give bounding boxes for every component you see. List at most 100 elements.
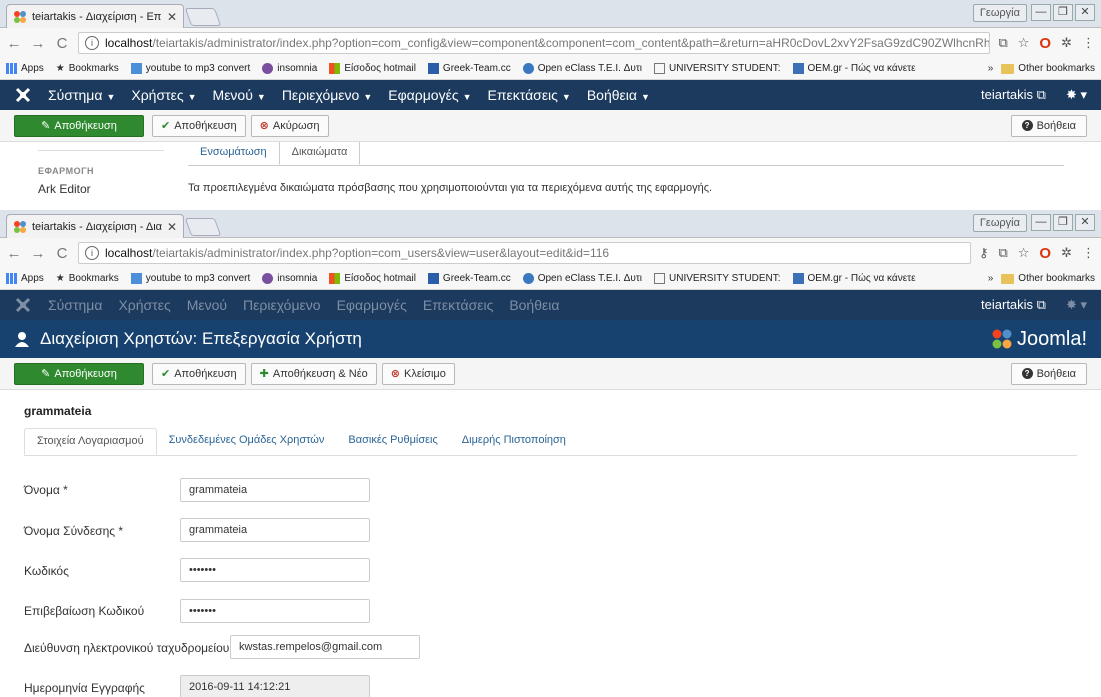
brand-text: Joomla! [1016,327,1087,350]
user-link[interactable]: teiartakis ⧉ [981,87,1046,103]
greek-team-icon [427,273,439,284]
menu-dots-icon[interactable]: ⋮ [1082,245,1095,261]
profile-button[interactable]: Γεωργία [972,214,1027,232]
translate-icon[interactable]: ⧉ [998,35,1007,51]
profile-button[interactable]: Γεωργία [972,4,1027,22]
tab-integration[interactable]: Ενσωμάτωση [188,142,279,165]
bookmarks-right: » Other bookmarks [988,273,1095,284]
tab-account-details[interactable]: Στοιχεία Λογαριασμού [24,428,157,455]
save-new-button[interactable]: ✚ Αποθήκευση & Νέο [250,362,377,385]
key-icon[interactable]: ⚷ [979,245,989,261]
tab-basic-settings[interactable]: Βασικές Ρυθμίσεις [336,428,449,455]
close-button[interactable]: ⊗ Κλείσιμο [381,362,455,385]
bookmark-item[interactable]: ★ Bookmarks [56,63,119,74]
address-bar[interactable]: i localhost/teiartakis/administrator/ind… [78,242,971,264]
menu-menus[interactable]: Μενού ▼ [213,87,266,103]
other-bookmarks[interactable]: Other bookmarks [1001,273,1095,284]
user-icon [14,331,30,347]
forward-icon[interactable]: → [30,35,46,52]
opera-icon[interactable]: O [1039,245,1051,262]
save-button[interactable]: ✔ Αποθήκευση [152,362,246,385]
login-name-input[interactable]: grammateia [180,518,370,542]
email-input[interactable]: kwstas.rempelos@gmail.com [230,635,420,659]
confirm-password-input[interactable]: ••••••• [180,599,370,623]
bookmark-item[interactable]: OEM.gr - Πώς να κάνετε [792,273,916,284]
menu-help[interactable]: Βοήθεια ▼ [587,87,650,103]
minimize-icon[interactable]: — [1031,214,1051,231]
close-window-icon[interactable]: ✕ [1075,4,1095,21]
menu-components[interactable]: Εφαρμογές ▼ [388,87,471,103]
close-tab-icon[interactable]: ✕ [167,10,177,24]
bookmark-item[interactable]: Open eClass T.E.I. Δυτι [522,63,642,74]
star-icon[interactable]: ☆ [1018,245,1030,261]
maximize-icon[interactable]: ❐ [1053,214,1073,231]
bookmark-item[interactable]: Greek-Team.cc [427,63,511,74]
new-tab-button[interactable] [184,8,222,26]
other-bookmarks[interactable]: Other bookmarks [1001,63,1095,74]
forward-icon[interactable]: → [30,245,46,262]
settings-gear-icon[interactable]: ✸ ▾ [1066,297,1087,313]
menu-extensions[interactable]: Επεκτάσεις ▼ [488,87,571,103]
browser-tab[interactable]: teiartakis - Διαχείριση - Επ ✕ [6,4,184,28]
login-name-label: Όνομα Σύνδεσης * [24,524,124,538]
extension-icon[interactable]: ✲ [1061,245,1072,261]
translate-icon[interactable]: ⧉ [998,245,1007,261]
info-icon[interactable]: i [85,246,99,260]
extension-icon[interactable]: ✲ [1061,35,1072,51]
reload-icon[interactable]: C [54,35,70,52]
user-link[interactable]: teiartakis ⧉ [981,297,1046,313]
tab-strip: teiartakis - Διαχείριση - Επ ✕ Γεωργία —… [0,0,1101,28]
bookmark-apps[interactable]: Apps [6,273,44,284]
more-bookmarks-button[interactable]: » [988,63,994,74]
more-bookmarks-button[interactable]: » [988,273,994,284]
close-window-icon[interactable]: ✕ [1075,214,1095,231]
bookmark-item[interactable]: youtube to mp3 convert [130,273,250,284]
browser-window-config: teiartakis - Διαχείριση - Επ ✕ Γεωργία —… [0,0,1101,210]
bookmark-item[interactable]: UNIVERSITY STUDENT: [654,63,781,74]
bookmark-item[interactable]: OEM.gr - Πώς να κάνετε [792,63,916,74]
settings-gear-icon[interactable]: ✸ ▾ [1066,87,1087,103]
tab-assigned-groups[interactable]: Συνδεδεμένες Ομάδες Χρηστών [157,428,337,455]
browser-tab[interactable]: teiartakis - Διαχείριση - Δια ✕ [6,214,184,238]
menu-system[interactable]: Σύστημα ▼ [48,87,115,103]
back-icon[interactable]: ← [6,35,22,52]
maximize-icon[interactable]: ❐ [1053,4,1073,21]
reload-icon[interactable]: C [54,245,70,262]
star-icon[interactable]: ☆ [1018,35,1030,51]
sidebar-item-ark-editor[interactable]: Ark Editor [38,182,91,196]
menu-dots-icon[interactable]: ⋮ [1082,35,1095,51]
bookmark-item[interactable]: youtube to mp3 convert [130,63,250,74]
bookmark-item[interactable]: insomnia [262,63,317,74]
save-close-button[interactable]: ✎ Αποθήκευση [14,362,144,385]
menu-content[interactable]: Περιεχόμενο ▼ [282,87,372,103]
name-input[interactable]: grammateia [180,478,370,502]
back-icon[interactable]: ← [6,245,22,262]
info-icon[interactable]: i [85,36,99,50]
bookmark-item[interactable]: Open eClass T.E.I. Δυτι [522,273,642,284]
cancel-button[interactable]: ⊗ Ακύρωση [250,114,329,137]
url-host: localhost [105,246,153,260]
joomla-logo-icon[interactable] [14,86,32,104]
bookmark-item[interactable]: Είσοδος hotmail [329,63,416,74]
password-input[interactable]: ••••••• [180,558,370,582]
help-button[interactable]: ? Βοήθεια [1010,114,1087,137]
bookmark-item[interactable]: Greek-Team.cc [427,273,511,284]
tab-two-factor[interactable]: Διμερής Πιστοποίηση [450,428,578,455]
tab-permissions[interactable]: Δικαιώματα [278,142,361,165]
opera-icon[interactable]: O [1039,35,1051,52]
menu-users[interactable]: Χρήστες ▼ [131,87,196,103]
bookmark-item[interactable]: UNIVERSITY STUDENT: [654,273,781,284]
save-close-button[interactable]: ✎ Αποθήκευση [14,114,144,137]
save-button[interactable]: ✔ Αποθήκευση [152,114,246,137]
bookmark-item[interactable]: ★ Bookmarks [56,273,119,284]
edit-icon: ✎ [41,120,51,132]
bookmark-item[interactable]: insomnia [262,273,317,284]
bookmark-item[interactable]: Είσοδος hotmail [329,273,416,284]
bookmark-apps[interactable]: Apps [6,63,44,74]
new-tab-button[interactable] [184,218,222,236]
close-tab-icon[interactable]: ✕ [167,220,177,234]
bookmarks-bar: Apps ★ Bookmarks youtube to mp3 convert i… [0,268,1101,290]
address-bar[interactable]: i localhost/teiartakis/administrator/ind… [78,32,991,54]
minimize-icon[interactable]: — [1031,4,1051,21]
help-button[interactable]: ? Βοήθεια [1010,362,1087,385]
